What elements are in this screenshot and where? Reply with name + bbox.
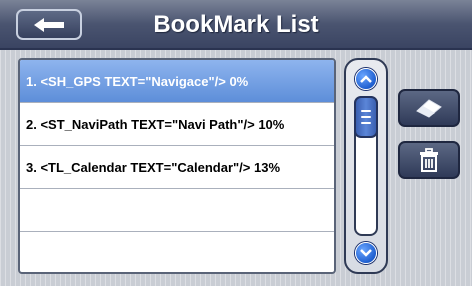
title-bar: BookMark List [0,0,472,50]
bookmark-label: 2. <ST_NaviPath TEXT="Navi Path"/> 10% [26,116,285,132]
bookmark-item-empty[interactable] [20,232,334,272]
eraser-icon [416,99,442,118]
grip-line [361,122,371,124]
bookmark-item[interactable]: 2. <ST_NaviPath TEXT="Navi Path"/> 10% [20,103,334,146]
grip-lines-icon [361,110,371,112]
rename-button[interactable] [398,89,460,127]
bookmark-label: 1. <SH_GPS TEXT="Navigace"/> 0% [26,73,249,89]
scrollbar[interactable] [344,58,388,274]
grip-line [361,116,371,118]
bookmark-item-empty[interactable] [20,189,334,232]
delete-button[interactable] [398,141,460,179]
chevron-down-icon [360,249,372,257]
scroll-up-button[interactable] [355,68,377,90]
bookmark-label: 3. <TL_Calendar TEXT="Calendar"/> 13% [26,159,281,175]
scroll-down-button[interactable] [355,242,377,264]
bookmark-list: 1. <SH_GPS TEXT="Navigace"/> 0% 2. <ST_N… [18,58,336,274]
bookmark-item[interactable]: 3. <TL_Calendar TEXT="Calendar"/> 13% [20,146,334,189]
bookmark-item[interactable]: 1. <SH_GPS TEXT="Navigace"/> 0% [20,60,334,103]
chevron-up-icon [360,75,372,83]
page-title: BookMark List [153,11,319,38]
scroll-thumb[interactable] [354,96,378,138]
trash-icon [420,148,438,172]
scroll-channel[interactable] [354,96,378,236]
